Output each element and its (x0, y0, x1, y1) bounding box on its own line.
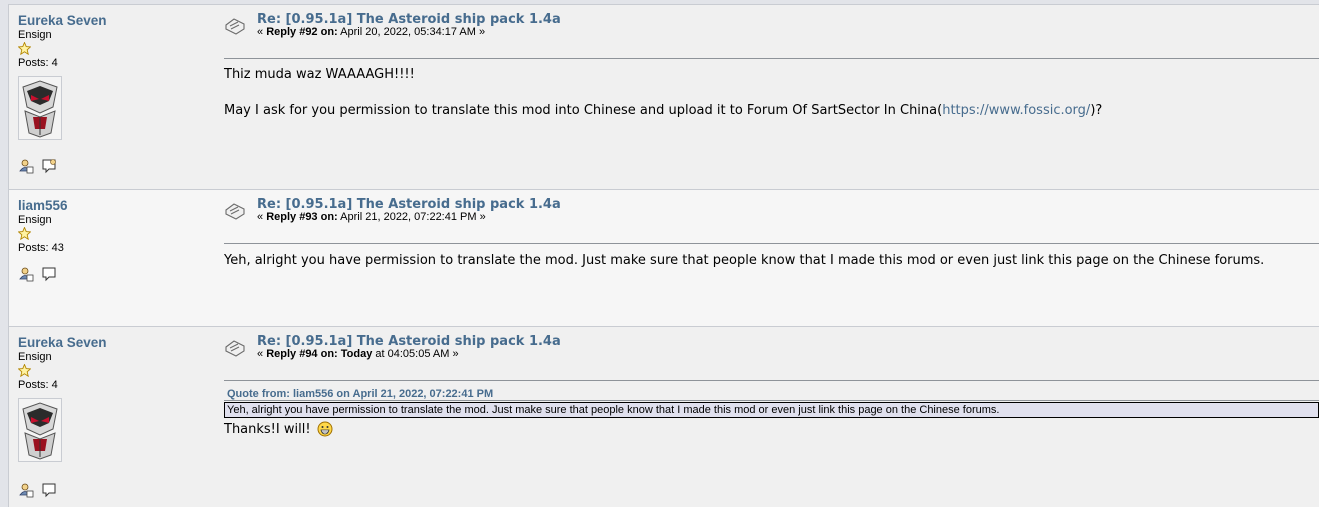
poster-info: Eureka Seven Ensign Posts: 4 (18, 14, 208, 140)
message-icon (225, 340, 245, 357)
post-body-line: Thiz muda waz WAAAAGH!!!! (224, 67, 415, 82)
reply-label: Reply #94 on: (266, 348, 338, 360)
message-icon (225, 18, 245, 35)
reply-label: Reply #93 on: (266, 211, 338, 223)
post-subject-link[interactable]: Re: [0.95.1a] The Asteroid ship pack 1.4… (257, 197, 561, 212)
post-93: liam556 Ensign Posts: 43 Re: [0.95.1a] T… (8, 189, 1319, 326)
post-divider (8, 189, 1319, 190)
post-body: Thanks!I will! (224, 421, 1311, 439)
header-divider (224, 243, 1319, 244)
profile-icons (18, 266, 59, 285)
fossic-link[interactable]: https://www.fossic.org/ (942, 103, 1090, 118)
poster-info: Eureka Seven Ensign Posts: 4 (18, 336, 208, 462)
header-divider (224, 58, 1319, 59)
poster-rank: Ensign (18, 351, 52, 363)
quote-divider (224, 400, 1319, 401)
reply-today: Today (337, 348, 373, 360)
profile-icons (18, 158, 59, 177)
post-92: Eureka Seven Ensign Posts: 4 Re: [0.95.1… (8, 4, 1319, 189)
poster-name-link[interactable]: Eureka Seven (18, 336, 208, 350)
post-date: « Reply #93 on: April 21, 2022, 07:22:41… (257, 211, 486, 224)
post-body: Yeh, alright you have permission to tran… (224, 253, 1265, 268)
personal-message-icon[interactable] (41, 482, 57, 498)
profile-icon[interactable] (18, 158, 34, 174)
poster-rank: Ensign (18, 29, 52, 41)
poster-rank: Ensign (18, 214, 52, 226)
post-body-text: )? (1090, 103, 1103, 118)
reply-prefix: « (257, 348, 267, 360)
post-date: « Reply #92 on: April 20, 2022, 05:34:17… (257, 26, 485, 39)
post-body-text: Thanks!I will! (224, 422, 311, 437)
mecha-avatar-icon (19, 77, 61, 139)
poster-name-link[interactable]: liam556 (18, 199, 208, 213)
star-icon (18, 227, 31, 240)
mecha-avatar-icon (19, 399, 61, 461)
star-icon (18, 42, 31, 55)
post-left-border (8, 326, 9, 507)
post-subject-link[interactable]: Re: [0.95.1a] The Asteroid ship pack 1.4… (257, 12, 561, 27)
reply-date: April 21, 2022, 07:22:41 PM » (337, 211, 486, 223)
reply-label: Reply #92 on: (266, 26, 338, 38)
message-icon (225, 203, 245, 220)
post-left-border (8, 189, 9, 326)
personal-message-icon[interactable] (41, 158, 57, 174)
post-divider (8, 326, 1319, 327)
grin-smiley-icon (317, 421, 333, 437)
poster-post-count: Posts: 43 (18, 242, 64, 254)
reply-prefix: « (257, 211, 267, 223)
reply-date: April 20, 2022, 05:34:17 AM » (337, 26, 486, 38)
post-divider (8, 4, 1319, 5)
profile-icon[interactable] (18, 266, 34, 282)
personal-message-icon[interactable] (41, 266, 57, 282)
header-divider (224, 380, 1319, 381)
profile-icon[interactable] (18, 482, 34, 498)
profile-icons (18, 482, 59, 501)
reply-date: at 04:05:05 AM » (372, 348, 459, 360)
post-subject-link[interactable]: Re: [0.95.1a] The Asteroid ship pack 1.4… (257, 334, 561, 349)
quote-box: Yeh, alright you have permission to tran… (224, 402, 1319, 418)
post-date: « Reply #94 on: Today at 04:05:05 AM » (257, 348, 459, 361)
post-body: Thiz muda waz WAAAAGH!!!! May I ask for … (224, 66, 1311, 120)
avatar[interactable] (18, 76, 62, 140)
poster-post-count: Posts: 4 (18, 379, 58, 391)
post-left-border (8, 4, 9, 189)
post-body-text: May I ask for you permission to translat… (224, 103, 943, 118)
poster-post-count: Posts: 4 (18, 57, 58, 69)
poster-name-link[interactable]: Eureka Seven (18, 14, 208, 28)
reply-prefix: « (257, 26, 267, 38)
poster-info: liam556 Ensign Posts: 43 (18, 199, 208, 255)
post-body-line: May I ask for you permission to translat… (224, 102, 1311, 120)
post-94: Eureka Seven Ensign Posts: 4 Re: [0.95.1… (8, 326, 1319, 507)
star-icon (18, 364, 31, 377)
avatar[interactable] (18, 398, 62, 462)
quote-header-link[interactable]: Quote from: liam556 on April 21, 2022, 0… (227, 388, 493, 400)
